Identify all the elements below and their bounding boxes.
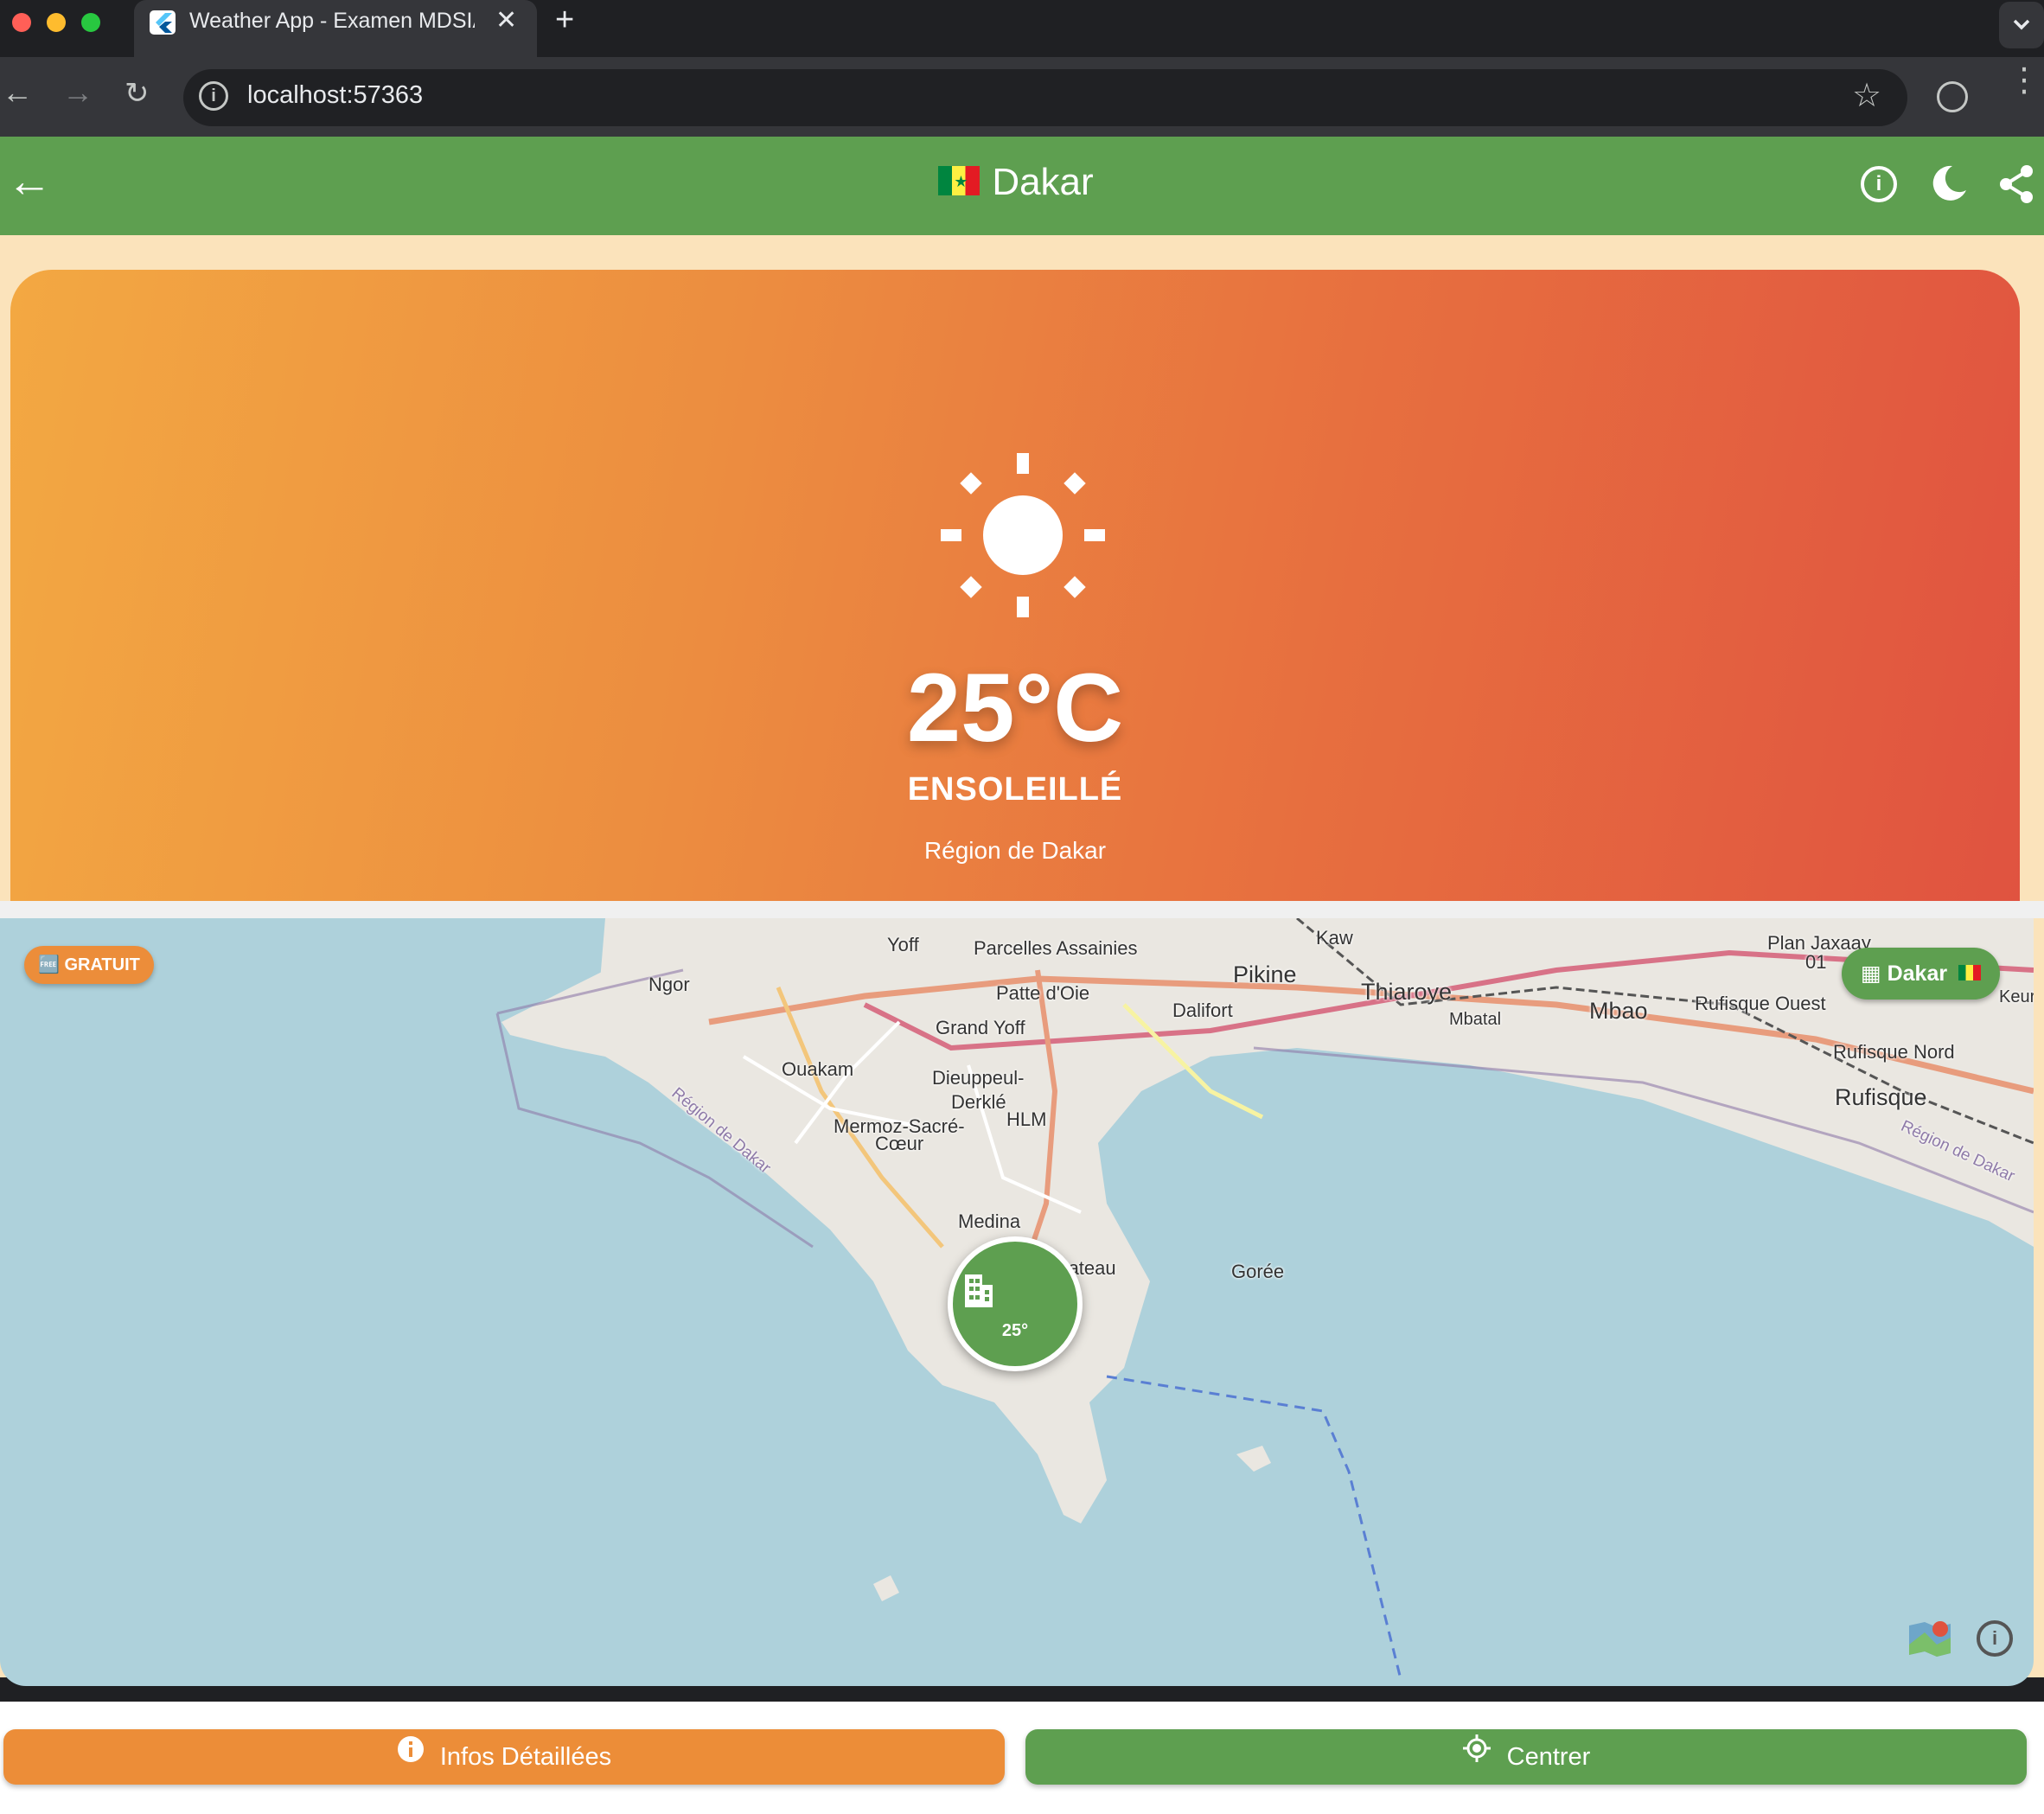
senegal-flag-icon: ★ [938,166,980,196]
close-tab-icon[interactable]: ✕ [495,5,517,35]
map-label: 01 [1805,951,1827,973]
map-label: Dieuppeul- [932,1067,1025,1089]
map-label: Rufisque Nord [1833,1041,1955,1063]
attribution-info-icon[interactable]: i [1977,1620,2013,1657]
info-icon [397,1728,425,1783]
address-bar[interactable]: i localhost:57363 ☆ [183,69,1907,126]
url-text[interactable]: localhost:57363 [247,81,423,110]
profile-icon[interactable] [1937,81,1968,112]
reload-icon[interactable]: ↻ [125,76,150,111]
flutter-favicon-icon [150,10,176,35]
map-label: Rufisque [1835,1084,1927,1110]
info-icon[interactable]: i [1861,166,1897,202]
city-weather-marker[interactable]: 25° [948,1236,1083,1371]
button-label: Infos Détaillées [439,1743,612,1771]
browser-toolbar: ← → ↻ i localhost:57363 ☆ ⋮ [0,57,2044,137]
map-layers-icon[interactable] [1907,1619,1952,1658]
region-label: Région de Dakar [923,837,1107,864]
map-label: Mbao [1589,998,1648,1024]
close-window-button[interactable] [12,13,31,32]
map-label: Medina [958,1210,1021,1232]
browser-menu-icon[interactable]: ⋮ [2008,64,2041,97]
free-badge: 🆓 GRATUIT [24,946,154,984]
senegal-flag-icon [1958,965,1982,981]
button-label: Centrer [1506,1743,1591,1771]
app-bar: ← ★ Dakar i [0,137,2044,235]
tab-title: Weather App - Examen MDSIA [189,9,475,33]
my-location-icon [1462,1728,1491,1783]
weather-card: 25°C ENSOLEILLÉ Région de Dakar [10,270,2020,901]
map-label: Grand Yoff [936,1017,1025,1038]
browser-tab[interactable]: Weather App - Examen MDSIA ✕ [134,0,537,57]
action-bar: Infos Détaillées Centrer [0,1702,2044,1814]
map-label: Ouakam [782,1058,854,1080]
map-label: Patte d'Oie [996,982,1090,1004]
map-label: Thiaroye [1361,979,1453,1005]
detailed-info-button[interactable]: Infos Détaillées [3,1729,1005,1785]
map-label: Gorée [1231,1261,1285,1282]
map-view[interactable]: Yoff Parcelles Assainies Kaw Plan Jaxaay… [0,918,2034,1686]
weather-condition: ENSOLEILLÉ [907,771,1123,808]
back-nav-icon[interactable]: ← [2,74,33,111]
sun-icon [941,453,1105,617]
map-label: Cœur [875,1133,924,1154]
bookmark-star-icon[interactable]: ☆ [1852,76,1881,115]
center-map-button[interactable]: Centrer [1025,1729,2027,1785]
map-label: Kaw [1316,927,1353,949]
share-icon[interactable] [1997,163,2035,215]
browser-tab-bar: Weather App - Examen MDSIA ✕ + [0,0,2044,57]
map-label: Keur I [1999,987,2034,1006]
map-label: Yoff [887,934,919,955]
map-label: Dalifort [1172,1000,1233,1021]
new-tab-button[interactable]: + [555,2,574,39]
site-info-icon[interactable]: i [199,81,228,111]
city-chip[interactable]: ▦ Dakar [1842,948,2001,1000]
map-label: Derklé [951,1091,1006,1113]
temperature: 25°C [906,654,1124,762]
maximize-window-button[interactable] [81,13,100,32]
page-title: ★ Dakar [0,161,2032,204]
map-label: Mbatal [1449,1010,1502,1029]
marker-temperature: 25° [1001,1321,1029,1340]
map-label: Parcelles Assainies [974,937,1138,959]
map-icon: ▦ [1861,961,1881,986]
minimize-window-button[interactable] [47,13,66,32]
map-label: HLM [1006,1108,1047,1130]
weather-app: ← ★ Dakar i 25°C ENSOLEILLÉ Région de Da… [0,137,2044,1814]
map-label: Rufisque Ouest [1695,993,1826,1014]
chip-label: Dakar [1887,961,1948,986]
divider [0,901,2044,918]
tab-search-button[interactable] [1999,2,2044,48]
city-name: Dakar [992,161,1094,203]
map-label: Ngor [648,974,690,995]
forward-nav-icon[interactable]: → [62,74,93,111]
building-icon [965,1274,993,1307]
dark-mode-moon-icon[interactable] [1930,161,1970,214]
map-label: Pikine [1233,961,1297,987]
